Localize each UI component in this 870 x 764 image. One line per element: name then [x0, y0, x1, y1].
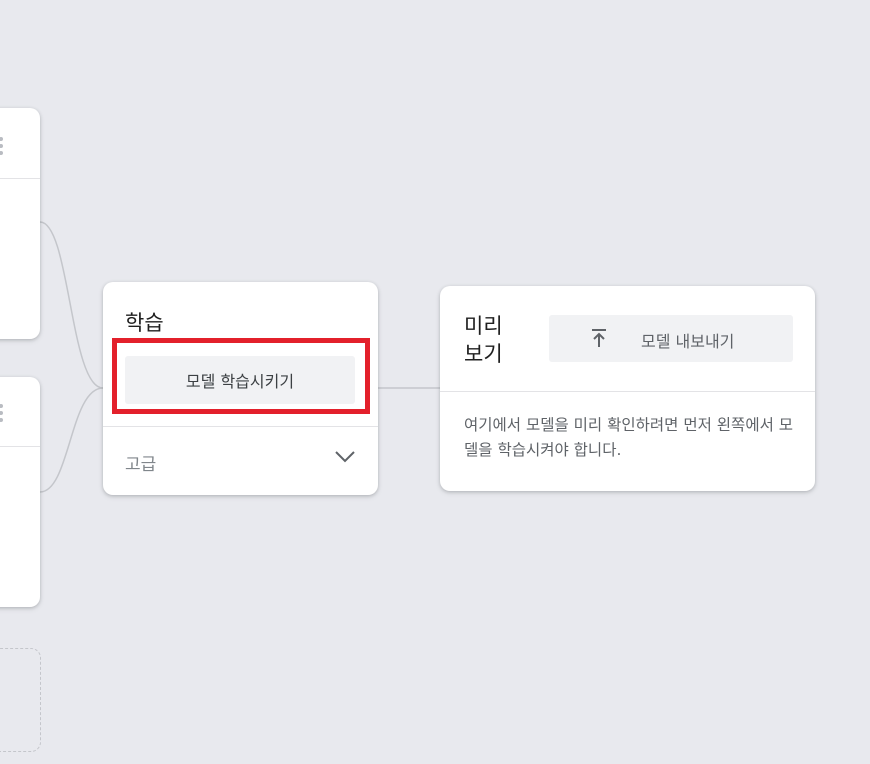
add-class-placeholder[interactable]: [0, 648, 41, 752]
connector-line-bottom: [39, 387, 104, 493]
export-model-label: 모델 내보내기: [641, 332, 735, 351]
card-divider: [0, 446, 40, 447]
upload-icon: [592, 329, 606, 347]
card-divider: [440, 391, 815, 392]
class-card-partial-2: [0, 377, 40, 607]
training-title: 학습: [125, 311, 164, 335]
preview-card: 미리 보기 모델 내보내기 여기에서 모델을 미리 확인하려면 먼저 왼쪽에서 …: [440, 286, 815, 491]
more-vert-icon[interactable]: [0, 404, 3, 422]
training-card: 학습 모델 학습시키기 고급: [103, 282, 378, 495]
card-divider: [0, 178, 40, 179]
train-model-button[interactable]: 모델 학습시키기: [125, 356, 355, 404]
more-vert-icon[interactable]: [0, 137, 3, 155]
chevron-down-icon: [335, 451, 355, 463]
class-card-partial-1: [0, 108, 40, 339]
preview-title: 미리 보기: [464, 314, 503, 366]
connector-line-top: [39, 221, 104, 389]
advanced-toggle[interactable]: 고급: [103, 427, 378, 495]
advanced-label: 고급: [125, 455, 157, 475]
preview-description: 여기에서 모델을 미리 확인하려면 먼저 왼쪽에서 모델을 학습시켜야 합니다.: [464, 416, 794, 459]
export-model-button[interactable]: 모델 내보내기: [549, 315, 793, 362]
